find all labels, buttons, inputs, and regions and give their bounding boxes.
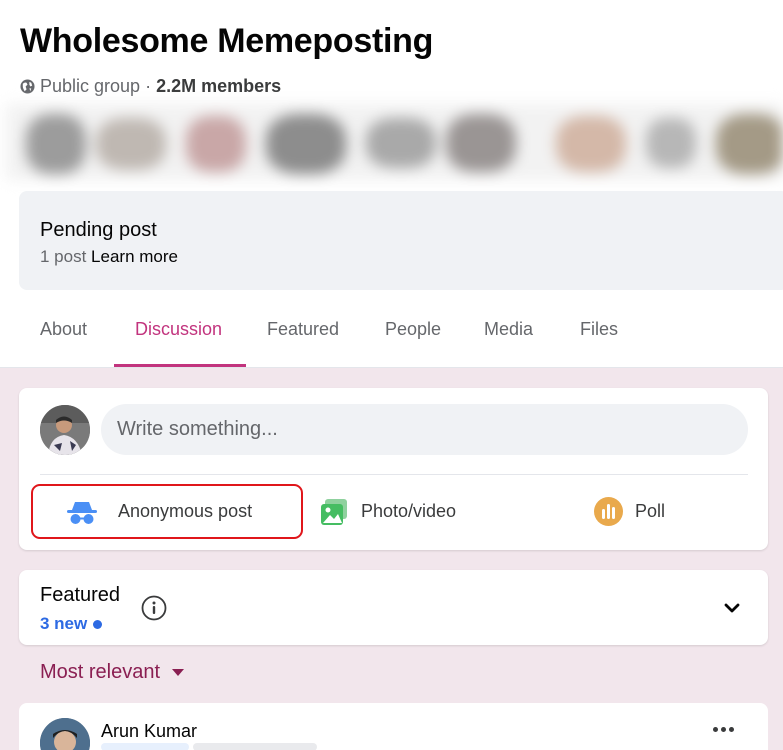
post-author-name[interactable]: Arun Kumar (101, 721, 197, 742)
info-icon[interactable] (141, 595, 167, 621)
poll-button[interactable]: Poll (594, 484, 665, 539)
poll-icon (594, 497, 623, 526)
avatar[interactable] (40, 405, 90, 455)
active-tab-indicator (114, 364, 246, 367)
discussion-feed: Write something... Anonymous post Photo/… (0, 368, 783, 750)
meta-separator: · (145, 76, 152, 96)
featured-new-count: 3 new (40, 614, 103, 634)
photo-video-label: Photo/video (361, 501, 457, 521)
post-composer: Write something... Anonymous post Photo/… (19, 388, 768, 550)
featured-section[interactable]: Featured 3 new (19, 570, 768, 645)
author-badge (193, 743, 317, 750)
learn-more-link[interactable]: Learn more (91, 247, 178, 266)
tab-discussion[interactable]: Discussion (135, 319, 222, 340)
tab-featured[interactable]: Featured (267, 319, 339, 340)
group-title[interactable]: Wholesome Memeposting (20, 22, 433, 61)
tab-about[interactable]: About (40, 319, 87, 340)
featured-title: Featured (40, 584, 121, 606)
post-author-badges (101, 743, 317, 750)
poll-label: Poll (635, 501, 666, 521)
photo-video-button[interactable]: Photo/video (319, 484, 456, 539)
featured-new-label: 3 new (40, 614, 88, 633)
anonymous-post-button[interactable]: Anonymous post (31, 484, 303, 539)
pending-post-banner[interactable]: Pending post 1 post Learn more (19, 191, 783, 290)
post-card: Arun Kumar (19, 703, 768, 750)
avatar[interactable] (40, 718, 90, 750)
anonymous-post-label: Anonymous post (118, 501, 253, 521)
chevron-down-icon[interactable] (722, 598, 742, 618)
write-something-input[interactable]: Write something... (101, 404, 748, 455)
composer-divider (40, 474, 748, 475)
blurred-members-strip (6, 104, 783, 180)
sort-dropdown[interactable]: Most relevant (40, 661, 185, 684)
pending-post-title: Pending post (40, 219, 157, 241)
profile-photo-icon (40, 405, 90, 455)
more-options-icon[interactable] (713, 727, 737, 737)
caret-down-icon (172, 669, 185, 676)
incognito-icon (67, 501, 97, 524)
tab-people[interactable]: People (385, 319, 441, 340)
sort-label: Most relevant (40, 661, 161, 683)
group-members[interactable]: 2.2M members (156, 76, 281, 97)
tab-files[interactable]: Files (580, 319, 618, 340)
group-tabs: About Discussion Featured People Media F… (0, 300, 783, 368)
pending-post-count: 1 post (40, 247, 87, 266)
author-badge (101, 743, 189, 750)
group-privacy[interactable]: Public group (40, 76, 140, 97)
write-something-placeholder: Write something... (117, 418, 278, 440)
profile-photo-icon (40, 718, 90, 750)
pending-post-subtitle: 1 post Learn more (40, 247, 178, 267)
group-meta: Public group · 2.2M members (20, 76, 281, 97)
globe-icon (20, 79, 35, 94)
tab-media[interactable]: Media (484, 319, 533, 340)
new-indicator-dot (93, 619, 103, 629)
photo-icon (321, 498, 347, 525)
